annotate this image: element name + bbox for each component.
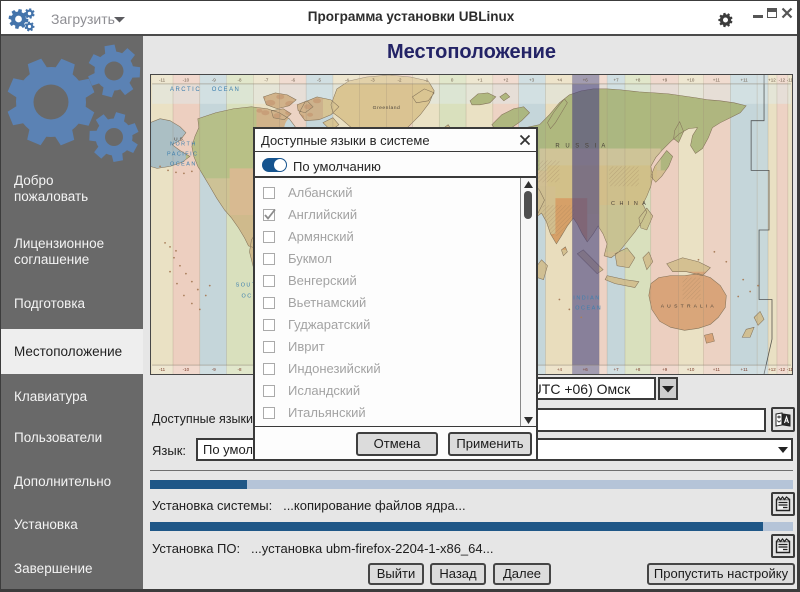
svg-text:+12: +12 <box>768 77 776 82</box>
svg-text:-9: -9 <box>212 77 216 82</box>
svg-text:-10: -10 <box>183 367 190 372</box>
svg-text:-11: -11 <box>787 367 793 372</box>
svg-text:-6: -6 <box>291 77 295 82</box>
svg-text:C H I N A: C H I N A <box>611 201 647 207</box>
svg-text:OCEAN: OCEAN <box>170 161 197 167</box>
svg-text:-12: -12 <box>779 367 786 372</box>
svg-text:-12: -12 <box>779 77 786 82</box>
svg-text:+9: +9 <box>662 77 668 82</box>
svg-text:-3: -3 <box>371 77 375 82</box>
svg-text:+7: +7 <box>613 367 619 372</box>
svg-text:-10: -10 <box>183 77 190 82</box>
svg-text:+8: +8 <box>635 367 641 372</box>
svg-text:+10: +10 <box>687 77 695 82</box>
svg-text:+2: +2 <box>503 77 509 82</box>
svg-text:-5: -5 <box>317 77 321 82</box>
svg-text:+11: +11 <box>741 367 749 372</box>
svg-text:-9: -9 <box>212 367 216 372</box>
svg-text:ARCTIC: ARCTIC <box>170 87 201 93</box>
svg-text:+9: +9 <box>662 367 668 372</box>
svg-text:OCEAN: OCEAN <box>575 305 602 311</box>
svg-text:+11: +11 <box>713 77 721 82</box>
svg-text:-4: -4 <box>345 77 349 82</box>
svg-text:+4: +4 <box>557 77 563 82</box>
svg-text:+6: +6 <box>583 77 589 82</box>
svg-text:U.S.: U.S. <box>174 137 185 143</box>
svg-text:+11: +11 <box>741 77 749 82</box>
svg-text:PACIFIC: PACIFIC <box>167 151 199 157</box>
svg-text:+3: +3 <box>529 77 535 82</box>
svg-text:R U S S I A: R U S S I A <box>555 144 607 150</box>
svg-text:+11: +11 <box>713 367 721 372</box>
svg-text:+6: +6 <box>583 367 589 372</box>
svg-text:+12: +12 <box>768 367 776 372</box>
svg-text:-8: -8 <box>238 367 242 372</box>
svg-text:-7: -7 <box>264 77 268 82</box>
svg-text:+7: +7 <box>613 77 619 82</box>
svg-text:Greenland: Greenland <box>373 105 401 111</box>
svg-text:+1: +1 <box>477 77 483 82</box>
svg-text:+4: +4 <box>557 367 563 372</box>
svg-text:-8: -8 <box>238 77 242 82</box>
svg-text:-11: -11 <box>159 77 166 82</box>
svg-text:INDIAN: INDIAN <box>573 295 600 301</box>
svg-text:-1: -1 <box>424 77 428 82</box>
svg-text:-11: -11 <box>787 77 793 82</box>
svg-text:+10: +10 <box>687 367 695 372</box>
svg-text:-2: -2 <box>397 77 401 82</box>
svg-text:OCEAN: OCEAN <box>212 87 241 93</box>
svg-text:A U S T R A L I A: A U S T R A L I A <box>661 303 715 309</box>
svg-text:+8: +8 <box>635 77 641 82</box>
svg-text:-11: -11 <box>159 367 166 372</box>
